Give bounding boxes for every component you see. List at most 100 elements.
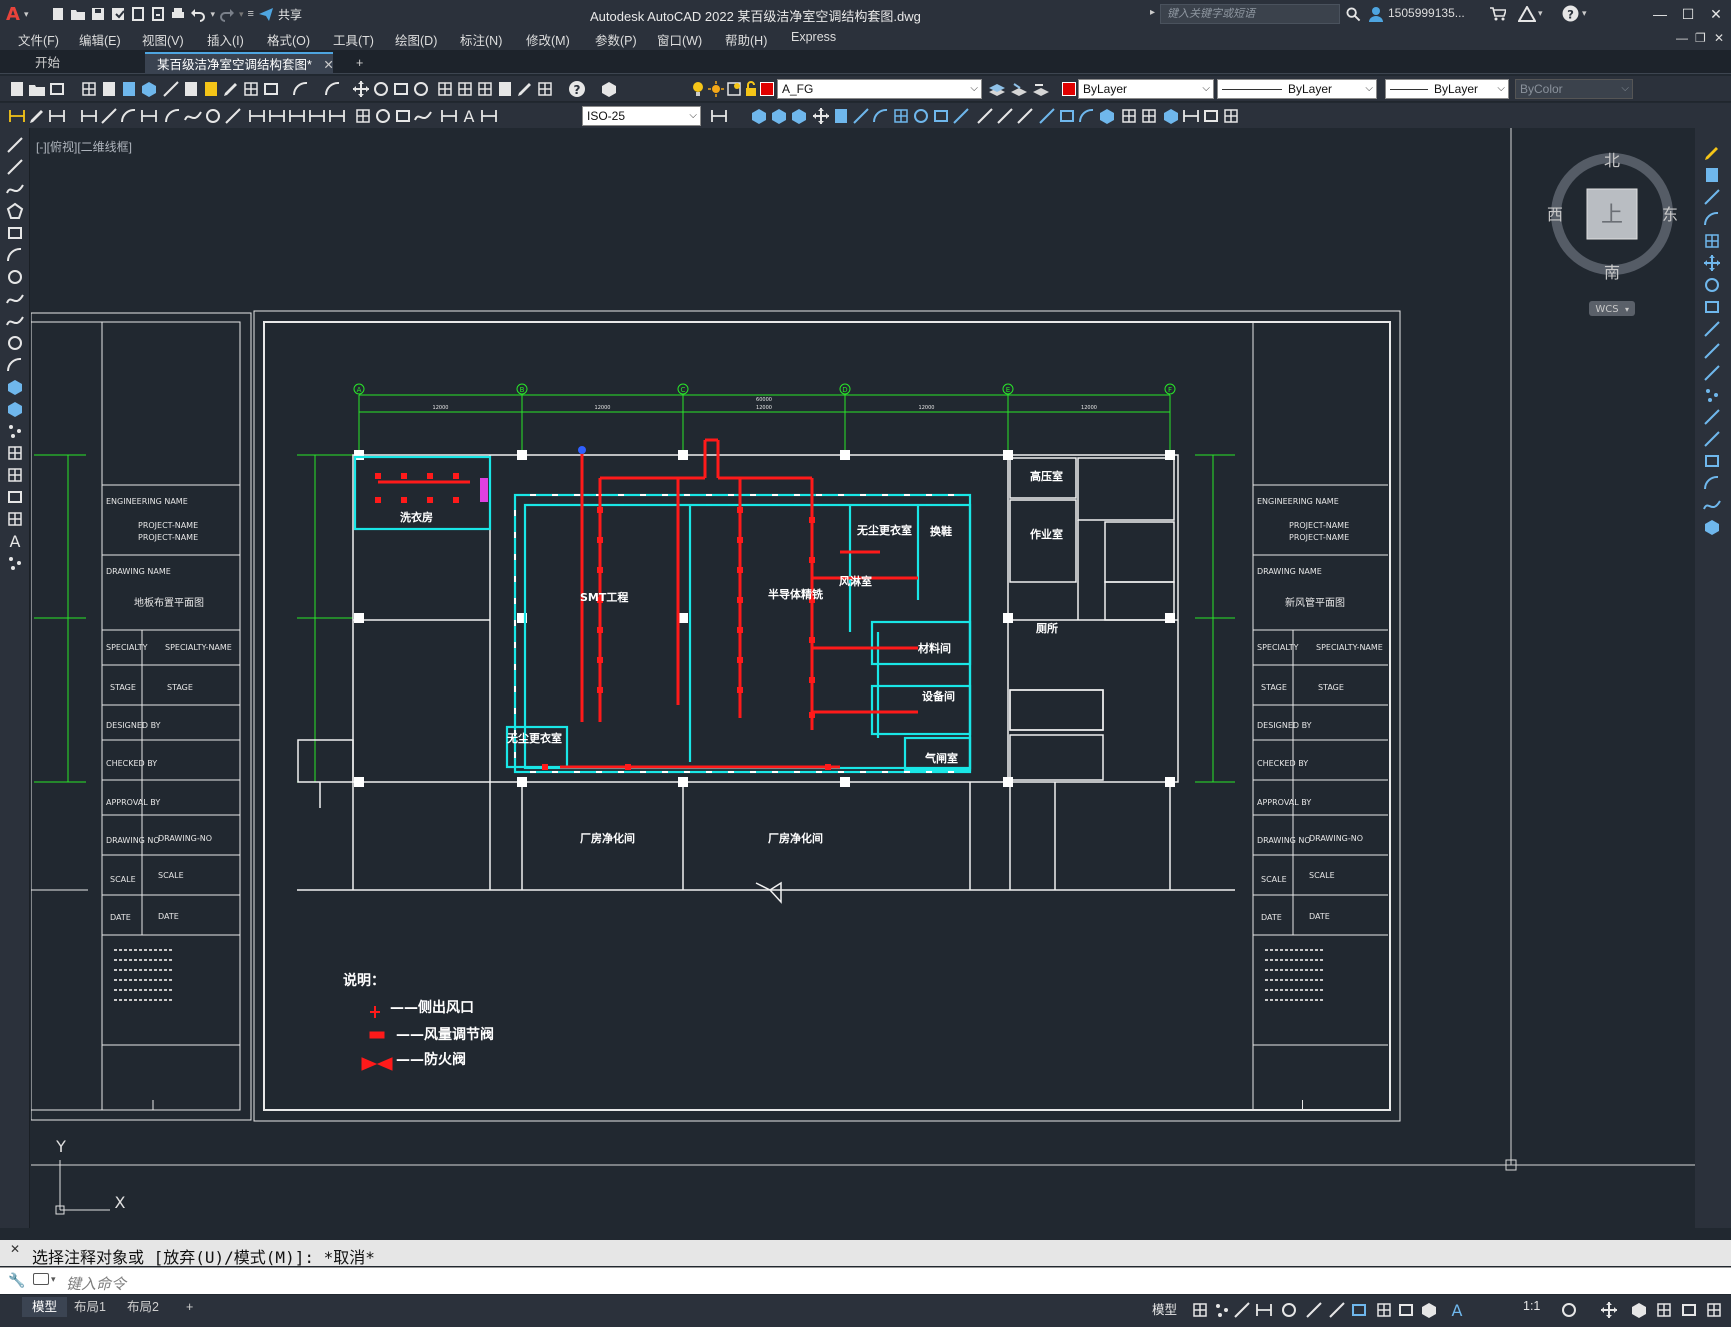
layer-properties-icon[interactable] (600, 80, 618, 98)
layer-freeze-vp-icon[interactable] (726, 80, 742, 98)
jogged-icon[interactable] (184, 107, 202, 125)
move-tool-icon[interactable] (1703, 254, 1721, 272)
fillet-icon[interactable] (1078, 107, 1096, 125)
transparency-icon[interactable] (1397, 1301, 1415, 1319)
match-prop-icon[interactable] (222, 80, 240, 98)
trim-tool-icon[interactable] (1703, 342, 1721, 360)
mirror-icon[interactable] (852, 107, 870, 125)
app-menu-chevron-icon[interactable]: ▾ (24, 9, 29, 20)
trim-icon[interactable] (976, 107, 994, 125)
arc-tool-icon[interactable] (6, 246, 24, 264)
blend-icon[interactable] (1703, 496, 1721, 514)
tab-model[interactable]: 模型 (22, 1297, 68, 1317)
break-obj-icon[interactable] (1016, 107, 1034, 125)
radius-icon[interactable] (164, 107, 182, 125)
polyline-icon[interactable] (6, 180, 24, 198)
break-tool-icon[interactable] (1703, 408, 1721, 426)
attribute-icon[interactable] (790, 107, 808, 125)
point-icon[interactable] (6, 422, 24, 440)
copy-tool-icon[interactable] (1703, 166, 1721, 184)
tab-close-icon[interactable]: ✕ (323, 58, 333, 72)
customize-status-icon[interactable] (1705, 1301, 1723, 1319)
angular-icon[interactable] (224, 107, 242, 125)
dimstyle-dropdown[interactable]: ISO-25 ⌵ (582, 106, 701, 126)
autodesk-app-icon[interactable] (1518, 6, 1536, 22)
dim-override-icon[interactable] (480, 107, 498, 125)
make-block-icon[interactable] (6, 400, 24, 418)
region-icon[interactable] (6, 488, 24, 506)
3d-print-icon[interactable] (140, 80, 158, 98)
layer-dropdown[interactable]: A_FG ⌵ (777, 79, 982, 99)
osnap-icon[interactable] (1350, 1301, 1368, 1319)
menu-draw[interactable]: 绘图(D) (395, 30, 437, 49)
menu-parametric[interactable]: 参数(P) (595, 30, 637, 49)
tab-start[interactable]: 开始 (23, 52, 72, 74)
layer-sun-icon[interactable] (708, 80, 724, 98)
command-input[interactable]: 键入命令 (66, 1273, 126, 1294)
help-icon[interactable]: ? (568, 80, 586, 98)
break-icon[interactable] (328, 107, 346, 125)
mtext-icon[interactable]: A (6, 532, 24, 550)
lineweight-icon[interactable] (1375, 1301, 1393, 1319)
search-icon[interactable] (1346, 7, 1361, 22)
close-icon[interactable]: ✕ (1704, 4, 1728, 24)
arc-length-icon[interactable] (120, 107, 138, 125)
add-selected-icon[interactable] (6, 554, 24, 572)
menu-modify[interactable]: 修改(M) (526, 30, 570, 49)
multileader-icon[interactable] (28, 107, 46, 125)
group-icon[interactable] (1120, 107, 1138, 125)
dim-text-edit-icon[interactable]: A (460, 107, 478, 125)
polygon-icon[interactable] (6, 202, 24, 220)
help-dropdown-icon[interactable]: ▾ (1582, 8, 1587, 19)
menu-express[interactable]: Express (791, 30, 836, 44)
line-tool-icon[interactable] (6, 136, 24, 154)
copy-obj-icon[interactable] (832, 107, 850, 125)
move-icon[interactable] (812, 107, 830, 125)
extend-tool-icon[interactable] (1703, 364, 1721, 382)
design-center-icon[interactable] (456, 80, 474, 98)
hatch-edit-icon[interactable] (262, 80, 280, 98)
array-icon[interactable] (892, 107, 910, 125)
join-tool-icon[interactable] (1703, 430, 1721, 448)
menu-tools[interactable]: 工具(T) (333, 30, 374, 49)
menu-window[interactable]: 窗口(W) (657, 30, 702, 49)
layer-previous-icon[interactable] (1032, 80, 1050, 98)
undo-dropdown-icon[interactable]: ▾ (210, 9, 215, 20)
customize-qat-icon[interactable]: ≡ (248, 8, 254, 20)
open-web-icon[interactable] (130, 6, 146, 22)
rotate-icon[interactable] (912, 107, 930, 125)
ordinate-icon[interactable] (140, 107, 158, 125)
undo-icon[interactable] (292, 80, 310, 98)
hardware-accel-icon[interactable] (1655, 1301, 1673, 1319)
annotation-visibility-icon[interactable]: A (1448, 1301, 1466, 1319)
dim-edit-icon[interactable] (440, 107, 458, 125)
scale-tool-icon[interactable] (1703, 298, 1721, 316)
palette-icon[interactable] (1222, 107, 1240, 125)
close-command-icon[interactable]: ✕ (10, 1242, 20, 1256)
offset-tool-icon[interactable] (1703, 210, 1721, 228)
diameter-icon[interactable] (204, 107, 222, 125)
menu-help[interactable]: 帮助(H) (725, 30, 767, 49)
user-icon[interactable] (1368, 6, 1384, 22)
space-icon[interactable] (308, 107, 326, 125)
cut-icon[interactable] (162, 80, 180, 98)
ellipse-arc-icon[interactable] (6, 356, 24, 374)
construction-line-icon[interactable] (6, 158, 24, 176)
chamfer-tool-icon[interactable] (1703, 452, 1721, 470)
view-icon[interactable] (1162, 107, 1180, 125)
tab-layout1[interactable]: 布局1 (64, 1297, 116, 1317)
layer-match-icon[interactable] (1010, 80, 1028, 98)
share-label[interactable]: 共享 (278, 6, 302, 23)
dimstyle-manager-icon[interactable] (8, 107, 26, 125)
zoom-window-icon[interactable] (392, 80, 410, 98)
stretch-icon[interactable] (952, 107, 970, 125)
color-dropdown[interactable]: ByLayer ⌵ (1078, 79, 1214, 99)
insert-block-icon[interactable] (6, 378, 24, 396)
open-icon[interactable] (28, 80, 46, 98)
plot-icon[interactable] (170, 6, 186, 22)
inspect-icon[interactable] (394, 107, 412, 125)
sheet-set-icon[interactable] (496, 80, 514, 98)
ungroup-icon[interactable] (1140, 107, 1158, 125)
tab-add-button[interactable]: + (344, 52, 375, 74)
continue-icon[interactable] (288, 107, 306, 125)
